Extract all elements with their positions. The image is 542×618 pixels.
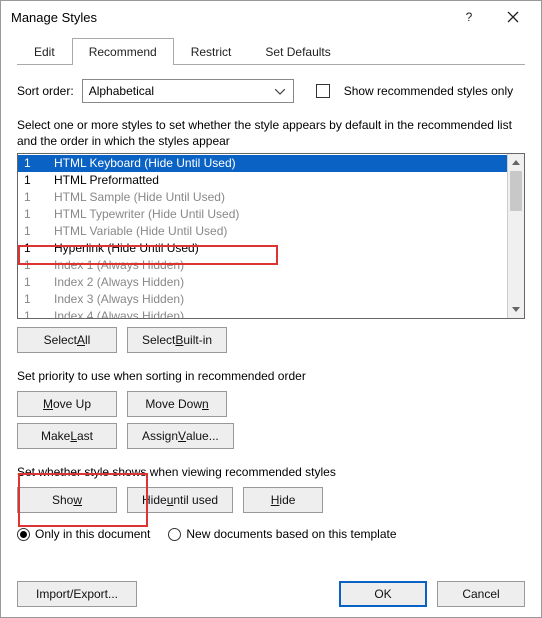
style-priority-number: 1 — [18, 206, 54, 223]
sort-order-select[interactable]: Alphabetical — [82, 79, 294, 103]
help-button[interactable]: ? — [447, 3, 491, 31]
style-priority-number: 1 — [18, 308, 54, 318]
style-list-item[interactable]: 1HTML Variable (Hide Until Used) — [18, 223, 507, 240]
tab-bar: Edit Recommend Restrict Set Defaults — [17, 37, 525, 65]
priority-section-label: Set priority to use when sorting in reco… — [17, 369, 525, 383]
scroll-up-icon[interactable] — [508, 154, 524, 171]
tab-edit[interactable]: Edit — [17, 38, 72, 65]
sort-order-label: Sort order: — [17, 84, 74, 98]
cancel-button[interactable]: Cancel — [437, 581, 525, 607]
style-list-item[interactable]: 1HTML Typewriter (Hide Until Used) — [18, 206, 507, 223]
style-priority-number: 1 — [18, 240, 54, 257]
chevron-down-icon — [271, 84, 289, 98]
style-list-item[interactable]: 1HTML Preformatted — [18, 172, 507, 189]
move-up-button[interactable]: Move Up — [17, 391, 117, 417]
style-list-item[interactable]: 1Index 4 (Always Hidden) — [18, 308, 507, 318]
style-name: HTML Preformatted — [54, 172, 507, 189]
sort-order-value: Alphabetical — [89, 84, 154, 98]
style-list-item[interactable]: 1Index 3 (Always Hidden) — [18, 291, 507, 308]
style-name: Index 3 (Always Hidden) — [54, 291, 507, 308]
style-name: HTML Sample (Hide Until Used) — [54, 189, 507, 206]
style-name: Index 2 (Always Hidden) — [54, 274, 507, 291]
import-export-button[interactable]: Import/Export... — [17, 581, 137, 607]
help-icon: ? — [466, 10, 473, 24]
assign-value-button[interactable]: Assign Value... — [127, 423, 234, 449]
manage-styles-dialog: Manage Styles ? Edit Recommend Restrict … — [0, 0, 542, 618]
style-name: Index 1 (Always Hidden) — [54, 257, 507, 274]
style-priority-number: 1 — [18, 189, 54, 206]
style-list-item[interactable]: 1Index 2 (Always Hidden) — [18, 274, 507, 291]
style-name: Index 4 (Always Hidden) — [54, 308, 507, 318]
tab-set-defaults[interactable]: Set Defaults — [248, 38, 347, 65]
tab-recommend[interactable]: Recommend — [72, 38, 174, 65]
close-button[interactable] — [491, 3, 535, 31]
style-priority-number: 1 — [18, 223, 54, 240]
make-last-button[interactable]: Make Last — [17, 423, 117, 449]
radio-icon — [17, 528, 30, 541]
style-list-item[interactable]: 1Index 1 (Always Hidden) — [18, 257, 507, 274]
move-down-button[interactable]: Move Down — [127, 391, 227, 417]
show-recommended-only-label: Show recommended styles only — [344, 84, 513, 98]
style-list-item[interactable]: 1Hyperlink (Hide Until Used) — [18, 240, 507, 257]
style-name: HTML Variable (Hide Until Used) — [54, 223, 507, 240]
styles-listbox[interactable]: 1HTML Keyboard (Hide Until Used)1HTML Pr… — [17, 153, 525, 319]
style-list-item[interactable]: 1HTML Sample (Hide Until Used) — [18, 189, 507, 206]
style-priority-number: 1 — [18, 274, 54, 291]
list-instructions: Select one or more styles to set whether… — [17, 117, 525, 149]
style-priority-number: 1 — [18, 291, 54, 308]
style-name: Hyperlink (Hide Until Used) — [54, 240, 507, 257]
ok-button[interactable]: OK — [339, 581, 427, 607]
style-name: HTML Typewriter (Hide Until Used) — [54, 206, 507, 223]
dialog-footer: Import/Export... OK Cancel — [1, 573, 541, 617]
hide-button[interactable]: Hide — [243, 487, 323, 513]
scroll-track[interactable] — [508, 171, 524, 301]
new-documents-radio[interactable]: New documents based on this template — [168, 527, 396, 541]
visibility-section-label: Set whether style shows when viewing rec… — [17, 465, 525, 479]
select-builtin-button[interactable]: Select Built-in — [127, 327, 227, 353]
style-list-item[interactable]: 1HTML Keyboard (Hide Until Used) — [18, 155, 507, 172]
scrollbar[interactable] — [507, 154, 524, 318]
show-button[interactable]: Show — [17, 487, 117, 513]
style-name: HTML Keyboard (Hide Until Used) — [54, 155, 507, 172]
style-priority-number: 1 — [18, 155, 54, 172]
scroll-down-icon[interactable] — [508, 301, 524, 318]
tab-restrict[interactable]: Restrict — [174, 38, 249, 65]
style-priority-number: 1 — [18, 172, 54, 189]
dialog-title: Manage Styles — [11, 10, 447, 25]
hide-until-used-button[interactable]: Hide until used — [127, 487, 233, 513]
only-this-document-radio[interactable]: Only in this document — [17, 527, 150, 541]
scroll-thumb[interactable] — [510, 171, 522, 211]
show-recommended-only-checkbox[interactable] — [316, 84, 330, 98]
close-icon — [507, 11, 519, 23]
style-priority-number: 1 — [18, 257, 54, 274]
radio-icon — [168, 528, 181, 541]
select-all-button[interactable]: Select All — [17, 327, 117, 353]
titlebar: Manage Styles ? — [1, 1, 541, 33]
styles-list-inner: 1HTML Keyboard (Hide Until Used)1HTML Pr… — [18, 154, 507, 318]
